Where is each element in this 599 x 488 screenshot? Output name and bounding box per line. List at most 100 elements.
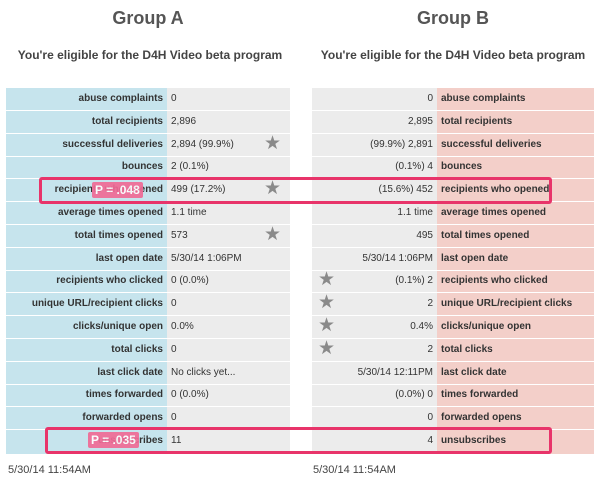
stat-label: total times opened xyxy=(74,229,163,241)
group-b-footer-date: 5/30/14 11:54AM xyxy=(313,464,396,476)
stat-value: (0.1%) 4 xyxy=(395,161,433,173)
star-icon: ★ xyxy=(264,223,282,245)
stat-label: total clicks xyxy=(441,343,493,355)
stat-label: average times opened xyxy=(57,207,163,218)
stat-row: abuse complaints 0 xyxy=(6,89,290,109)
group-a-footer-date: 5/30/14 11:54AM xyxy=(8,464,91,476)
stat-value: 2,895 xyxy=(407,115,433,127)
stat-row: total clicks 0 xyxy=(6,340,290,360)
stat-label: times forwarded xyxy=(85,389,163,401)
stat-value: 0 xyxy=(171,412,177,424)
stat-row: last open date 5/30/14 1:06PM xyxy=(312,249,594,269)
opens-p-value-label: P = .048 xyxy=(92,182,143,198)
star-icon: ★ xyxy=(318,337,336,359)
stat-row: last open date 5/30/14 1:06PM xyxy=(6,249,290,269)
unsubscribes-p-value-label: P = .035 xyxy=(88,432,139,448)
stat-row: unique URL/recipient clicks 0 xyxy=(6,294,290,314)
stat-value: (0.1%) 2 xyxy=(395,275,433,287)
stat-row: last click date No clicks yet... xyxy=(6,363,290,383)
stat-value: 2 (0.1%) xyxy=(171,161,209,173)
stat-row: recipients who clicked 0 (0.0%) xyxy=(6,271,290,291)
stat-value: 2,894 (99.9%) xyxy=(171,138,234,150)
stat-label: forwarded opens xyxy=(82,412,163,424)
stat-value: 0 (0.0%) xyxy=(171,275,209,287)
stat-value: 0.4% xyxy=(410,321,433,332)
stat-row: total recipients 2,895 xyxy=(312,112,594,132)
stat-label: times forwarded xyxy=(441,389,519,401)
group-a-stats-panel: abuse complaints 0 total recipients 2,896 su… xyxy=(6,88,290,454)
stat-label: unique URL/recipient clicks xyxy=(441,298,573,310)
star-icon: ★ xyxy=(318,292,336,314)
star-icon: ★ xyxy=(318,269,336,291)
stat-row: average times opened 1.1 time xyxy=(6,203,290,223)
stat-value: 5/30/14 12:11PM xyxy=(357,366,433,378)
stat-value: 2,896 xyxy=(171,115,197,127)
stat-label: last open date xyxy=(95,252,163,264)
stat-row: total clicks 2 ★ xyxy=(312,337,594,360)
stat-label: bounces xyxy=(121,161,163,173)
stat-label: forwarded opens xyxy=(441,412,522,424)
group-a-subtitle: You're eligible for the D4H Video beta p… xyxy=(17,48,283,62)
stat-row: successful deliveries 2,894 (99.9%) ★ xyxy=(6,132,290,155)
stat-label: clicks/unique open xyxy=(441,321,532,332)
stat-row: total times opened 573 ★ xyxy=(6,223,290,246)
stat-value: 495 xyxy=(416,229,433,241)
stat-value: 2 xyxy=(427,298,433,310)
star-icon: ★ xyxy=(264,132,282,154)
stat-label: recipients who clicked xyxy=(441,275,548,287)
stat-row: times forwarded 0 (0.0%) xyxy=(6,385,290,405)
stat-label: last open date xyxy=(441,252,509,264)
stat-label: average times opened xyxy=(441,207,547,218)
stat-label: last click date xyxy=(97,366,163,378)
stat-row: unique URL/recipient clicks 2 ★ xyxy=(312,292,594,314)
stat-label: total recipients xyxy=(91,115,163,127)
stat-row: successful deliveries (99.9%) 2,891 xyxy=(312,135,594,155)
ab-test-comparison: Group A You're eligible for the D4H Vide… xyxy=(0,0,599,488)
stat-value: 2 xyxy=(427,343,433,355)
stat-label: total clicks xyxy=(111,343,163,355)
stat-label: clicks/unique open xyxy=(72,321,163,332)
stat-value: 0 xyxy=(427,93,433,104)
group-b-stats-panel: abuse complaints 0 total recipients 2,895 su… xyxy=(312,88,594,454)
stat-row: total recipients 2,896 xyxy=(6,112,290,132)
stat-row: bounces (0.1%) 4 xyxy=(312,157,594,177)
stat-row: recipients who clicked (0.1%) 2 ★ xyxy=(312,269,594,291)
stat-value: 0.0% xyxy=(171,321,194,332)
stat-label: total recipients xyxy=(441,115,513,127)
stat-label: bounces xyxy=(441,161,483,173)
stat-value: 0 xyxy=(171,343,177,355)
stat-row: forwarded opens 0 xyxy=(6,408,290,428)
stat-row: clicks/unique open 0.0% xyxy=(6,317,290,337)
stat-label: last click date xyxy=(441,366,507,378)
stat-row: times forwarded (0.0%) 0 xyxy=(312,385,594,405)
stat-value: 0 xyxy=(171,93,177,104)
stat-value: 1.1 time xyxy=(397,207,433,218)
stat-value: 0 (0.0%) xyxy=(171,389,209,401)
group-b-subtitle: You're eligible for the D4H Video beta p… xyxy=(320,48,586,62)
stat-value: 0 xyxy=(171,298,177,310)
stat-value: (99.9%) 2,891 xyxy=(370,138,433,150)
stat-label: abuse complaints xyxy=(441,93,526,104)
group-a-title: Group A xyxy=(112,8,184,28)
stat-value: 5/30/14 1:06PM xyxy=(362,252,433,264)
stat-value: No clicks yet... xyxy=(171,366,236,378)
stat-value: (0.0%) 0 xyxy=(395,389,433,401)
star-icon: ★ xyxy=(318,315,336,336)
stat-row: clicks/unique open 0.4% ★ xyxy=(312,315,594,337)
stat-row: bounces 2 (0.1%) xyxy=(6,157,290,177)
stat-value: 5/30/14 1:06PM xyxy=(171,252,242,264)
stat-label: successful deliveries xyxy=(62,138,163,150)
stat-value: 0 xyxy=(427,412,433,424)
stat-value: 573 xyxy=(171,229,188,241)
stat-label: recipients who clicked xyxy=(56,275,163,287)
stat-row: last click date 5/30/14 12:11PM xyxy=(312,363,594,383)
stat-label: unique URL/recipient clicks xyxy=(31,298,163,310)
stat-label: abuse complaints xyxy=(78,93,163,104)
stat-row: total times opened 495 xyxy=(312,226,594,246)
stat-row: abuse complaints 0 xyxy=(312,89,594,109)
stat-row: average times opened 1.1 time xyxy=(312,203,594,223)
stat-row: forwarded opens 0 xyxy=(312,408,594,428)
stat-value: 1.1 time xyxy=(171,207,207,218)
stat-label: total times opened xyxy=(441,229,530,241)
group-b-title: Group B xyxy=(417,8,489,28)
